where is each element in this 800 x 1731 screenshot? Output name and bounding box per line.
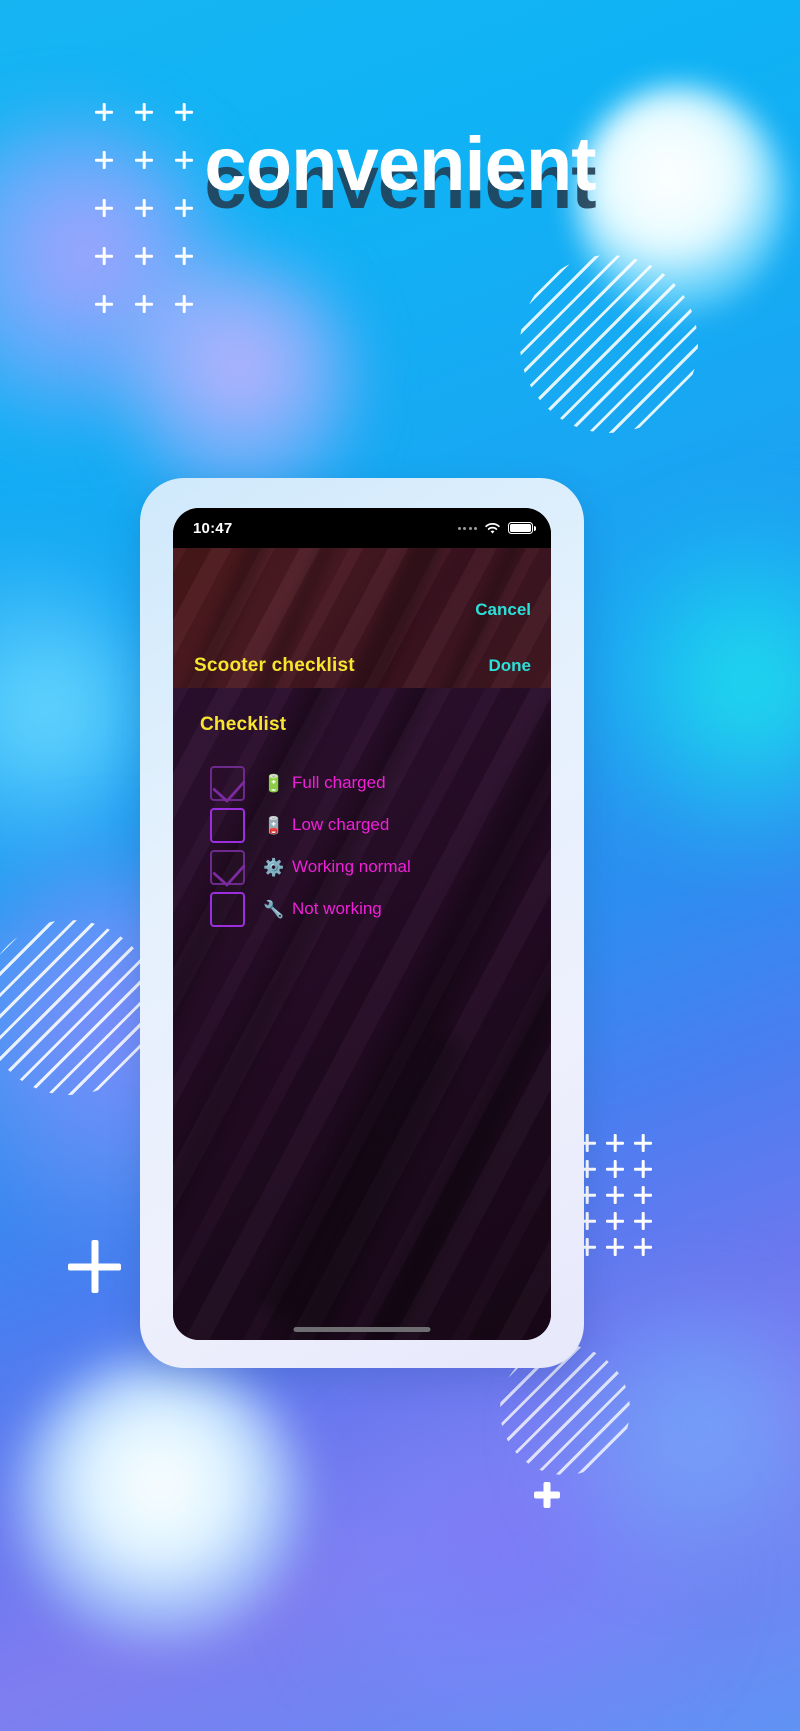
plus-icon <box>634 1160 652 1178</box>
plus-icon <box>606 1134 624 1152</box>
checklist-item[interactable]: 🔧 Not working <box>173 888 551 930</box>
checklist-item[interactable]: ⚙️ Working normal <box>173 846 551 888</box>
battery-low-icon: 🪫 <box>263 815 285 835</box>
phone-screen: 10:47 Cancel Scooter checklist Done Chec… <box>173 508 551 1340</box>
plus-icon <box>606 1212 624 1230</box>
plus-icon <box>606 1160 624 1178</box>
checklist-item-label: Working normal <box>292 857 411 876</box>
plus-icon <box>135 151 153 169</box>
plus-icon <box>95 199 113 217</box>
plus-icon <box>634 1186 652 1204</box>
checkbox-low-charged[interactable] <box>210 807 245 843</box>
checklist: 🔋 Full charged 🪫 Low charged ⚙️ Working … <box>173 762 551 930</box>
plus-icon <box>95 247 113 265</box>
plus-icon <box>606 1238 624 1256</box>
app-content-area: Checklist 🔋 Full charged 🪫 Low charged ⚙… <box>173 688 551 1340</box>
plus-icon-large-bottom <box>534 1482 560 1508</box>
plus-icon <box>95 295 113 313</box>
plus-icon <box>135 247 153 265</box>
section-title: Checklist <box>200 714 287 735</box>
plus-icon-large-left <box>68 1240 121 1293</box>
plus-icon <box>634 1238 652 1256</box>
status-bar-time: 10:47 <box>193 519 233 537</box>
plus-icon <box>175 247 193 265</box>
app-navigation-bar: Cancel Scooter checklist Done <box>173 548 551 688</box>
plus-icon <box>135 199 153 217</box>
cancel-button[interactable]: Cancel <box>475 600 531 620</box>
plus-grid-top-left <box>95 103 215 343</box>
wifi-icon <box>484 522 501 535</box>
phone-mockup: 10:47 Cancel Scooter checklist Done Chec… <box>140 478 584 1368</box>
page-title: Scooter checklist <box>194 655 355 676</box>
plus-icon <box>634 1212 652 1230</box>
checklist-item-label: Not working <box>292 899 382 918</box>
cellular-dots-icon <box>457 526 477 530</box>
wrench-icon: 🔧 <box>263 899 285 919</box>
battery-full-icon <box>508 521 536 535</box>
plus-icon <box>95 151 113 169</box>
checkbox-working-normal[interactable] <box>210 849 245 885</box>
plus-icon <box>95 103 113 121</box>
plus-icon <box>175 295 193 313</box>
checkbox-full-charged[interactable] <box>210 765 245 801</box>
checkbox-not-working[interactable] <box>210 891 245 927</box>
checklist-item-label: Low charged <box>292 815 390 834</box>
decorative-blob-cyan-left <box>0 560 150 860</box>
nav-title-row: Scooter checklist Done <box>173 655 551 677</box>
status-bar: 10:47 <box>173 508 551 548</box>
checklist-item[interactable]: 🔋 Full charged <box>173 762 551 804</box>
plus-grid-bottom-right <box>578 1134 662 1264</box>
home-indicator[interactable] <box>293 1327 431 1332</box>
decorative-blob-white-bottom-left <box>15 1355 305 1645</box>
plus-icon <box>175 151 193 169</box>
plus-icon <box>634 1134 652 1152</box>
status-bar-indicators <box>457 521 536 535</box>
checklist-item[interactable]: 🪫 Low charged <box>173 804 551 846</box>
plus-icon <box>175 199 193 217</box>
battery-full-icon: 🔋 <box>263 773 285 793</box>
plus-icon <box>175 103 193 121</box>
striped-circle-icon <box>0 920 157 1095</box>
striped-circle-icon <box>520 255 698 433</box>
plus-icon <box>606 1186 624 1204</box>
done-button[interactable]: Done <box>489 656 532 676</box>
decorative-blob-cyan-right <box>600 520 800 850</box>
plus-icon <box>135 295 153 313</box>
checklist-item-label: Full charged <box>292 773 386 792</box>
plus-icon <box>135 103 153 121</box>
gear-icon: ⚙️ <box>263 857 285 877</box>
